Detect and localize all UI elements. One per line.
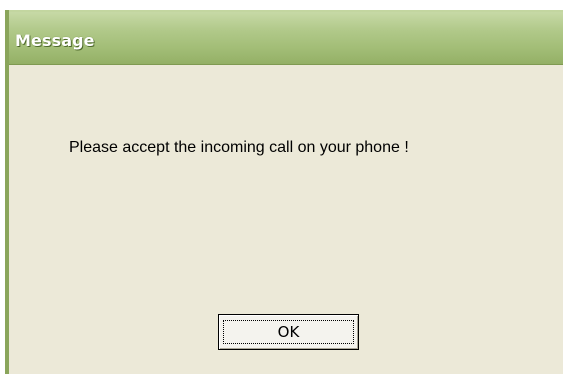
focus-rectangle: OK [223,320,354,344]
message-dialog-window: Message Please accept the incoming call … [5,10,563,374]
title-bar[interactable]: Message [9,12,563,65]
message-text: Please accept the incoming call on your … [69,139,409,156]
window-title: Message [15,31,95,50]
ok-button[interactable]: OK [218,314,359,350]
ok-button-label: OK [277,322,300,341]
dialog-body: Please accept the incoming call on your … [9,65,563,374]
